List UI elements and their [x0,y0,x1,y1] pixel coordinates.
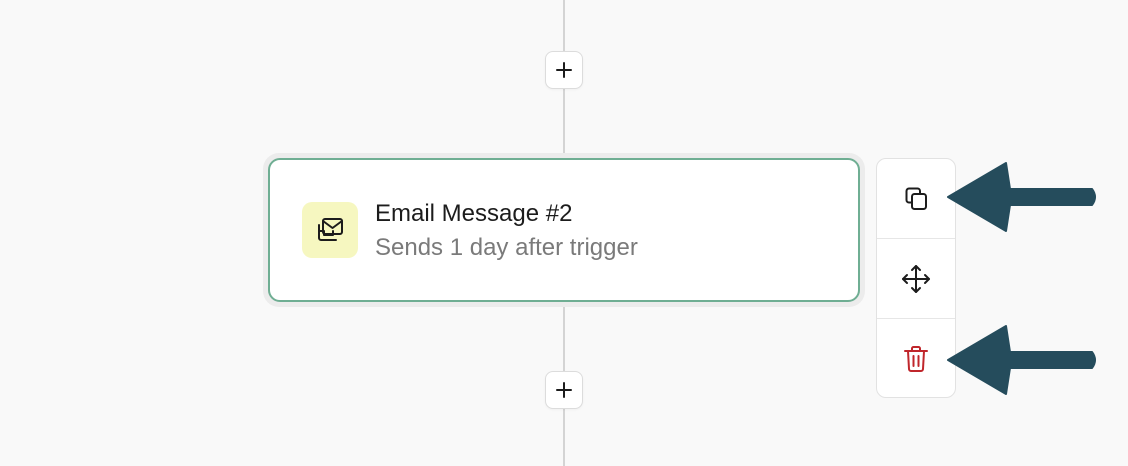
copy-icon [905,187,927,210]
plus-icon [556,382,572,398]
email-stack-icon [318,218,343,241]
connector-line-upper [563,89,565,153]
annotation-arrow-duplicate [947,162,1096,232]
step-icon-badge [302,202,358,258]
annotation-arrow-delete [947,325,1096,395]
trash-icon [904,345,928,372]
add-step-button-top[interactable] [545,51,583,89]
connector-line-top [563,0,565,51]
add-step-button-bottom[interactable] [545,371,583,409]
email-step-card[interactable]: Email Message #2 Sends 1 day after trigg… [268,158,860,302]
connector-line-bottom [563,409,565,466]
move-step-button[interactable] [877,239,955,318]
connector-line-lower [563,307,565,371]
plus-icon [556,62,572,78]
move-icon [902,264,930,293]
step-subtitle: Sends 1 day after trigger [375,234,638,261]
step-title: Email Message #2 [375,200,573,227]
